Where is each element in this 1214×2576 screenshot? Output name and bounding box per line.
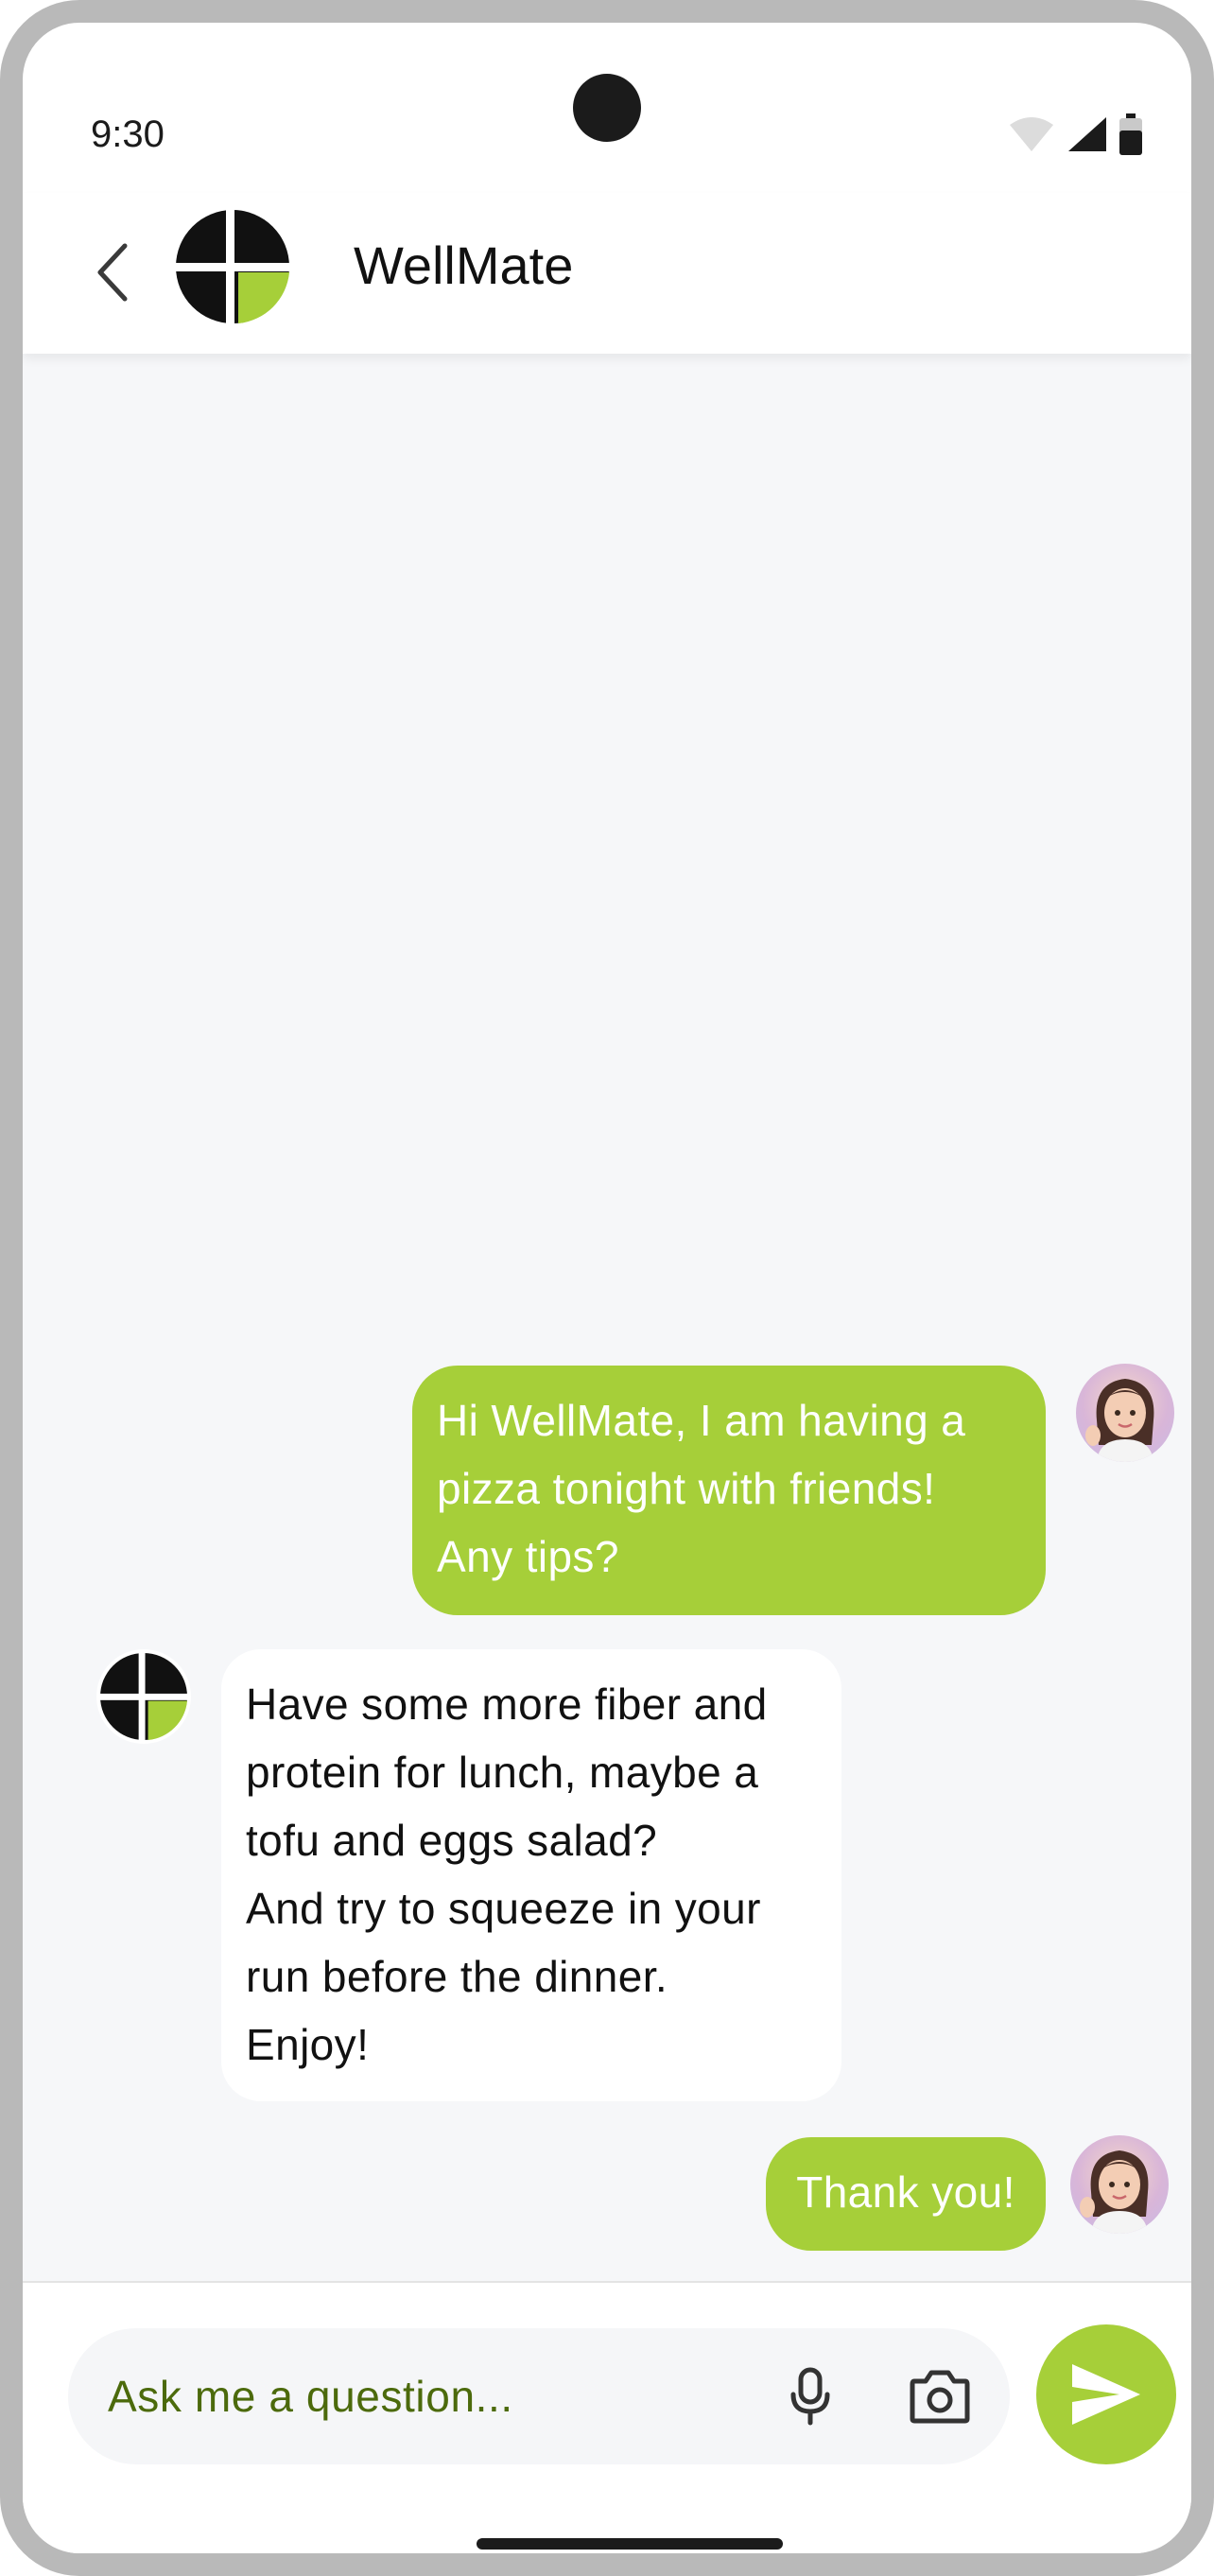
message-line: And try to squeeze in your: [246, 1884, 761, 1933]
bot-message-bubble: Have some more fiber and protein for lun…: [221, 1649, 841, 2101]
status-icons: [1008, 113, 1142, 155]
back-button[interactable]: [85, 242, 138, 303]
chat-area[interactable]: Hi WellMate, I am having a pizza tonight…: [23, 354, 1191, 2283]
home-indicator[interactable]: [477, 2538, 783, 2550]
wifi-icon: [1010, 117, 1053, 151]
camera-button[interactable]: [904, 2362, 976, 2430]
wellmate-logo-icon: [100, 1653, 187, 1740]
message-line: Have some more fiber and: [246, 1680, 768, 1729]
mic-icon: [790, 2367, 830, 2426]
status-bar: 9:30: [23, 23, 1191, 193]
status-time: 9:30: [91, 113, 165, 155]
front-camera: [573, 74, 641, 142]
message-input[interactable]: [108, 2366, 694, 2427]
user-avatar-icon: [1080, 2150, 1149, 2234]
user-message-bubble: Hi WellMate, I am having a pizza tonight…: [412, 1366, 1046, 1615]
message-line: run before the dinner.: [246, 1952, 668, 2001]
user-avatar-icon: [1085, 1379, 1154, 1462]
message-line: Enjoy!: [246, 2020, 370, 2069]
chevron-left-icon: [97, 243, 128, 302]
phone-frame: 9:30 WellMate Hi WellMate, I am having a…: [0, 0, 1214, 2576]
message-input-container[interactable]: [68, 2328, 1010, 2464]
message-line: Hi WellMate, I am having a: [437, 1396, 966, 1445]
signal-icon: [1068, 117, 1106, 151]
user-avatar: [1076, 1364, 1174, 1462]
send-button[interactable]: [1036, 2324, 1176, 2464]
chat-header: WellMate: [23, 193, 1191, 354]
user-avatar: [1070, 2135, 1169, 2234]
bot-avatar: [96, 1649, 191, 1744]
send-icon: [1072, 2364, 1140, 2425]
input-bar: [23, 2283, 1191, 2553]
message-line: Thank you!: [796, 2167, 1015, 2217]
message-line: Any tips?: [437, 1532, 619, 1581]
message-line: protein for lunch, maybe a: [246, 1748, 759, 1797]
message-line: tofu and eggs salad?: [246, 1816, 658, 1865]
camera-icon: [910, 2370, 970, 2424]
user-message-bubble: Thank you!: [766, 2137, 1046, 2251]
mic-button[interactable]: [777, 2362, 843, 2430]
message-line: pizza tonight with friends!: [437, 1464, 936, 1513]
wellmate-logo-icon: [176, 210, 289, 323]
chat-title: WellMate: [354, 235, 574, 295]
battery-icon: [1119, 113, 1142, 155]
